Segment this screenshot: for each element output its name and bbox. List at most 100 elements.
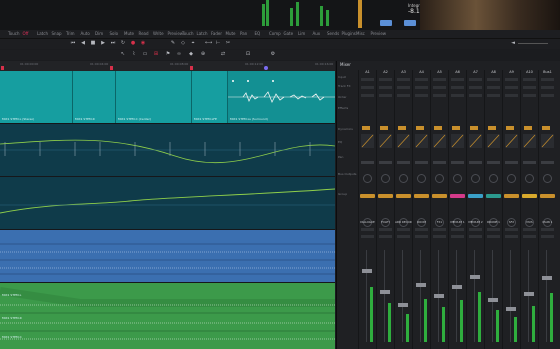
input-select[interactable] [379, 78, 392, 81]
split-icon[interactable]: ⌇ [131, 52, 137, 57]
bus-output[interactable] [486, 194, 501, 198]
record-arm[interactable] [433, 235, 446, 238]
link-icon[interactable]: ∞ [176, 52, 182, 57]
track-fx-slot[interactable] [451, 86, 464, 89]
order-slot[interactable] [433, 94, 446, 97]
snap-icon[interactable]: ⊞ [153, 52, 159, 57]
dynamics-graph[interactable] [433, 134, 446, 148]
toolbar-item[interactable]: Aux [313, 31, 321, 36]
pencil-icon[interactable]: ✎ [170, 41, 176, 46]
pan-dial[interactable] [543, 174, 552, 183]
audio-clip[interactable]: MIX1 STEM.R [73, 71, 116, 123]
mute-solo[interactable] [397, 228, 410, 231]
input-select[interactable] [469, 78, 482, 81]
input-select[interactable] [451, 78, 464, 81]
pan-dial[interactable] [453, 174, 462, 183]
audio-track-3[interactable]: MIX1 STEM.L MIX1 STEM.R MIX1 STEM.C [0, 283, 335, 349]
settings-icon[interactable]: ⚙ [270, 52, 276, 57]
select-icon[interactable]: ▭ [142, 52, 148, 57]
eq-slot[interactable] [433, 161, 446, 164]
record-arm[interactable] [397, 235, 410, 238]
track-fx-slot[interactable] [379, 86, 392, 89]
effects-chip[interactable] [434, 126, 442, 130]
input-select[interactable] [505, 78, 518, 81]
bus-output[interactable] [504, 194, 519, 198]
toolbar-item[interactable]: Latch [197, 31, 208, 36]
order-slot[interactable] [487, 94, 500, 97]
rewind-icon[interactable]: ⏮ [70, 41, 76, 46]
order-slot[interactable] [397, 94, 410, 97]
audio-clip[interactable]: MIX1 STEM.Ls (Surround) [228, 71, 335, 123]
toolbar-item[interactable]: Comp [269, 31, 281, 36]
fader-blue[interactable] [380, 20, 392, 26]
toolbar-item[interactable]: Read [139, 31, 149, 36]
effects-chip[interactable] [470, 126, 478, 130]
range-icon[interactable]: ⟷ [205, 41, 212, 46]
toolbar-item[interactable]: Preview [371, 31, 387, 36]
input-select[interactable] [541, 78, 554, 81]
record-arm[interactable] [523, 235, 536, 238]
fader-handle[interactable] [524, 292, 534, 297]
marker-icon[interactable]: ◆ [188, 52, 194, 57]
mute-solo[interactable] [379, 228, 392, 231]
mixer-channel[interactable]: A4 ROOM [412, 70, 430, 349]
bus-output[interactable] [360, 194, 375, 198]
record-arm[interactable] [451, 235, 464, 238]
record-arm[interactable] [541, 235, 554, 238]
toolbar-item[interactable]: Touch [8, 31, 19, 36]
mute-solo[interactable] [451, 228, 464, 231]
fader-handle[interactable] [488, 298, 498, 303]
pin-icon[interactable]: ⌖ [190, 41, 196, 46]
automation-lane-1[interactable] [0, 124, 335, 176]
dynamics-graph[interactable] [541, 134, 554, 148]
eq-slot[interactable] [379, 161, 392, 164]
effects-chip[interactable] [524, 126, 532, 130]
toolbar-item[interactable]: Gate [284, 31, 294, 36]
node-icon[interactable]: ◇ [180, 41, 186, 46]
pan-dial[interactable] [489, 174, 498, 183]
volume-slider[interactable] [518, 43, 548, 44]
trim-icon[interactable]: ⊢ [215, 41, 221, 46]
flag-icon[interactable]: ⚑ [165, 52, 171, 57]
input-select[interactable] [523, 78, 536, 81]
toolbar-item[interactable]: Dim [95, 31, 103, 36]
forward-icon[interactable]: ⏭ [110, 41, 116, 46]
order-slot[interactable] [469, 94, 482, 97]
bus-output[interactable] [378, 194, 393, 198]
fader-handle[interactable] [434, 294, 444, 298]
toolbar-item[interactable]: Latch [37, 31, 48, 36]
fader-handle[interactable] [398, 302, 408, 307]
mixer-channel[interactable]: Bus1 MAIN 1 [538, 70, 556, 349]
dynamics-graph[interactable] [379, 134, 392, 148]
input-select[interactable] [415, 78, 428, 81]
toolbar-item[interactable]: Pan [240, 31, 247, 36]
track-fx-slot[interactable] [505, 86, 518, 89]
dynamics-graph[interactable] [415, 134, 428, 148]
pan-dial[interactable] [417, 174, 426, 183]
pointer-icon[interactable]: ↖ [120, 52, 126, 57]
record-icon[interactable]: ● [130, 41, 136, 46]
toolbar-item[interactable]: Solo [110, 31, 119, 36]
toolbar-item[interactable]: Auto [81, 31, 90, 36]
pan-dial[interactable] [435, 174, 444, 183]
toolbar-item[interactable]: Preview [168, 31, 184, 36]
zoom-icon[interactable]: ⊕ [200, 52, 206, 57]
eq-slot[interactable] [505, 161, 518, 164]
blade-icon[interactable]: ✂ [225, 41, 231, 46]
mixer-channel[interactable]: A1 DIALOGUE [358, 70, 376, 349]
effects-chip[interactable] [398, 126, 406, 130]
back-icon[interactable]: ◀ [80, 41, 86, 46]
eq-slot[interactable] [469, 161, 482, 164]
dynamics-graph[interactable] [451, 134, 464, 148]
record-arm[interactable] [415, 235, 428, 238]
toolbar-item[interactable]: Snap [52, 31, 62, 36]
record-arm[interactable] [505, 235, 518, 238]
bus-output[interactable] [450, 194, 465, 198]
toolbar-item[interactable]: Sends [327, 31, 339, 36]
fader-handle[interactable] [362, 269, 372, 274]
fader-blue[interactable] [404, 20, 416, 26]
mixer-channel[interactable]: A8 DRONE 1 [484, 70, 502, 349]
effects-chip[interactable] [362, 126, 370, 130]
dynamics-graph[interactable] [397, 134, 410, 148]
loop-mode-icon[interactable]: ⇄ [220, 52, 226, 57]
